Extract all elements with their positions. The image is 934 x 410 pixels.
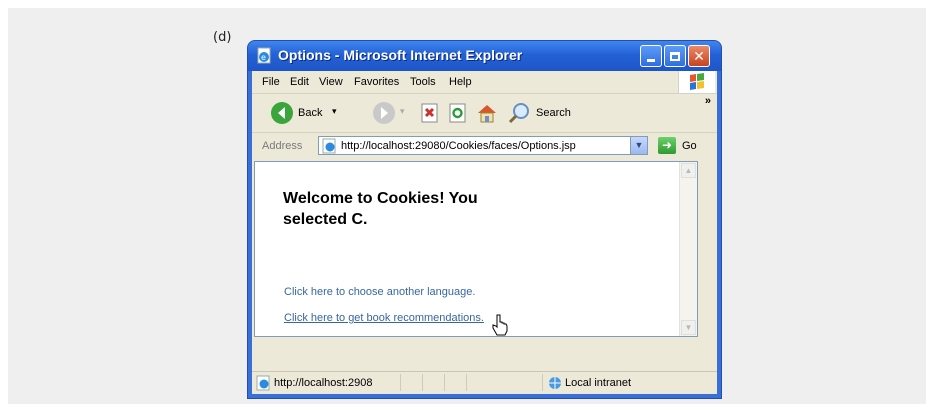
book-recommendations-link[interactable]: Click here to get book recommendations.	[284, 312, 484, 324]
ie-page-icon	[256, 375, 270, 391]
address-input[interactable]: http://localhost:29080/Cookies/faces/Opt…	[318, 136, 648, 155]
figure-panel: (d) e Options - Microsoft Internet Explo…	[8, 8, 926, 404]
status-divider	[400, 374, 401, 391]
ie-page-icon	[322, 138, 336, 154]
go-arrow-icon: ➜	[661, 138, 673, 152]
close-icon: ✕	[693, 47, 705, 64]
title-bar[interactable]: e Options - Microsoft Internet Explorer …	[248, 41, 721, 71]
menu-view[interactable]: View	[319, 76, 343, 88]
vertical-scrollbar[interactable]: ▲ ▼	[679, 162, 697, 336]
menu-edit[interactable]: Edit	[290, 76, 309, 88]
status-divider	[466, 374, 467, 391]
address-label: Address	[262, 140, 303, 152]
status-zone: Local intranet	[565, 377, 632, 389]
window-title: Options - Microsoft Internet Explorer	[278, 47, 523, 63]
back-arrow-icon	[271, 102, 293, 124]
forward-dropdown-icon[interactable]: ▾	[400, 106, 405, 117]
address-bar: Address http://localhost:29080/Cookies/f…	[252, 133, 717, 159]
ie-page-icon: e	[257, 47, 271, 64]
menu-tools[interactable]: Tools	[410, 76, 436, 88]
svg-text:e: e	[261, 53, 266, 62]
figure-label: (d)	[213, 30, 232, 45]
maximize-icon	[670, 51, 680, 61]
windows-flag-icon	[690, 73, 704, 90]
menu-help[interactable]: Help	[449, 76, 472, 88]
toolbar-chevron[interactable]: »	[705, 95, 711, 107]
stop-icon[interactable]	[420, 103, 440, 123]
minimize-icon	[647, 58, 655, 62]
scroll-down-button[interactable]: ▼	[681, 320, 696, 335]
status-divider	[444, 374, 445, 391]
status-divider	[542, 374, 543, 391]
search-label: Search	[536, 107, 571, 119]
go-label[interactable]: Go	[682, 140, 697, 152]
status-divider	[422, 374, 423, 391]
intranet-icon	[549, 377, 561, 389]
search-icon	[508, 103, 529, 124]
address-dropdown[interactable]: ▼	[630, 137, 647, 154]
scroll-up-button[interactable]: ▲	[681, 163, 696, 178]
search-button[interactable]: Search	[508, 100, 578, 126]
menu-bar: File Edit View Favorites Tools Help	[252, 71, 717, 94]
menu-favorites[interactable]: Favorites	[354, 76, 399, 88]
standard-toolbar: Back ▾ ▾ Search »	[252, 94, 717, 133]
close-button[interactable]: ✕	[688, 45, 710, 67]
home-icon[interactable]	[476, 102, 498, 124]
back-dropdown-icon[interactable]: ▾	[332, 106, 337, 117]
ie-window: e Options - Microsoft Internet Explorer …	[248, 41, 721, 398]
hand-cursor-icon	[492, 314, 508, 336]
choose-language-link[interactable]: Click here to choose another language.	[284, 286, 475, 298]
windows-logo	[678, 71, 715, 93]
window-client: File Edit View Favorites Tools Help Back…	[252, 71, 717, 394]
menu-file[interactable]: File	[262, 76, 280, 88]
status-url: http://localhost:2908	[274, 377, 373, 389]
maximize-button[interactable]	[664, 45, 686, 67]
go-button[interactable]: ➜	[658, 137, 676, 154]
minimize-button[interactable]	[640, 45, 662, 67]
back-label: Back	[298, 107, 323, 119]
refresh-icon[interactable]	[448, 103, 468, 123]
page-heading: Welcome to Cookies! You selected C.	[283, 190, 478, 228]
address-url: http://localhost:29080/Cookies/faces/Opt…	[341, 140, 576, 152]
back-button[interactable]: Back ▾	[270, 100, 360, 126]
forward-arrow-icon[interactable]	[372, 101, 396, 125]
page-viewport: Welcome to Cookies! You selected C. Clic…	[254, 161, 698, 337]
status-bar: http://localhost:2908 Local intranet	[252, 371, 717, 394]
